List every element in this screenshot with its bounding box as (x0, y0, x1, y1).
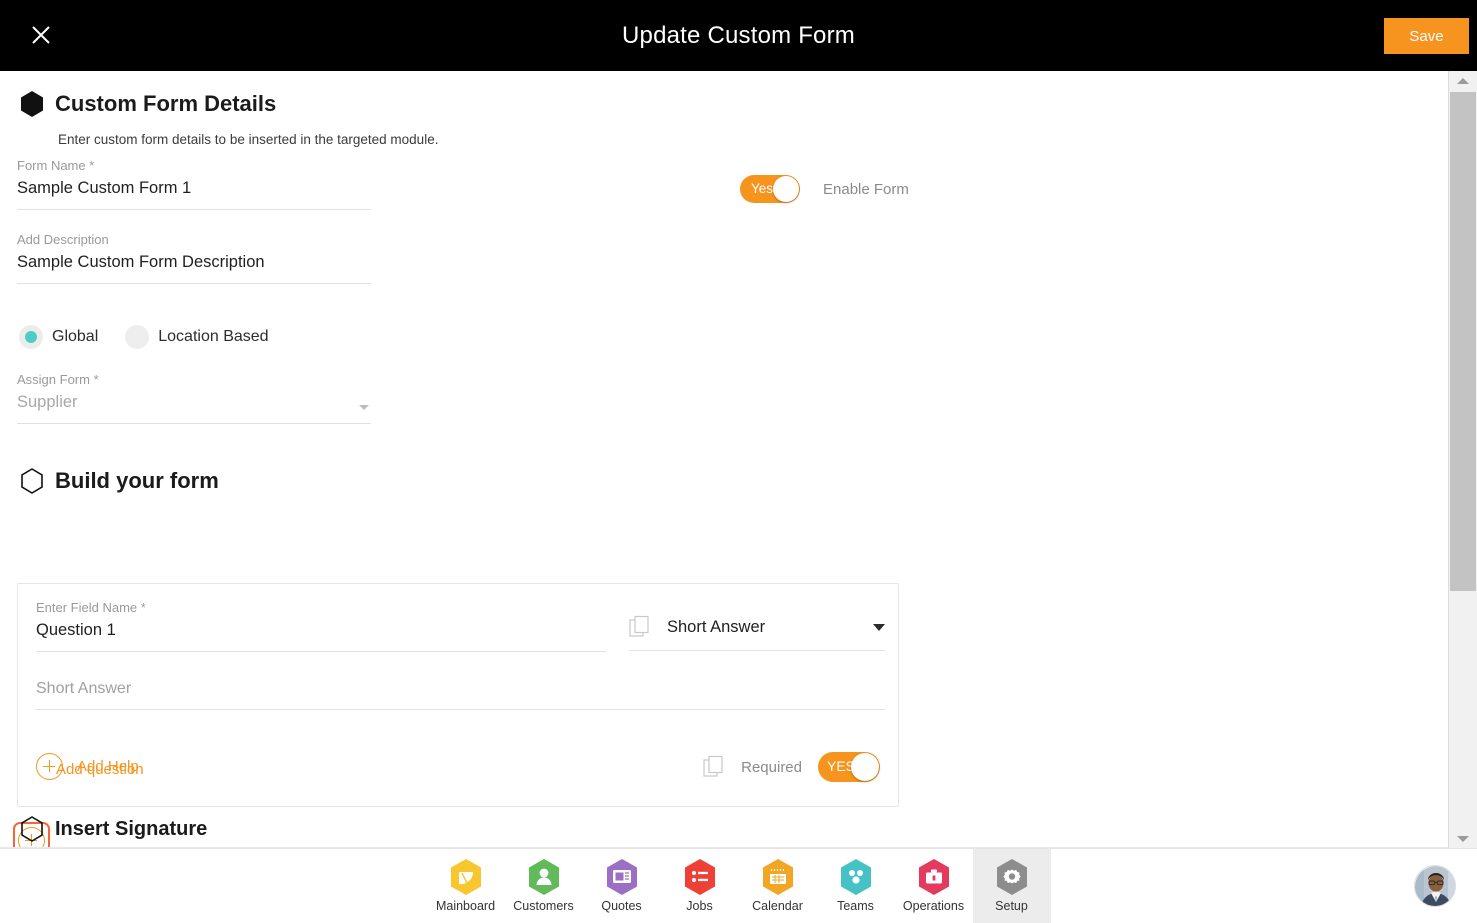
mainboard-icon (449, 858, 483, 896)
radio-location-based[interactable]: Location Based (125, 325, 268, 349)
radio-global[interactable]: Global (19, 325, 98, 349)
form-name-label: Form Name * (17, 157, 371, 174)
question-answer-input[interactable]: Short Answer (36, 680, 885, 710)
nav-item-customers[interactable]: Customers (505, 849, 583, 923)
jobs-icon (683, 858, 717, 896)
enable-form-toggle-knob (773, 176, 799, 202)
add-question-label: Add question (56, 761, 144, 778)
section-subtitle-details: Enter custom form details to be inserted… (58, 132, 438, 147)
question-field-name-value: Question 1 (36, 618, 606, 651)
required-row: Required YES (703, 752, 880, 782)
enable-form-row: Yes Enable Form (740, 175, 909, 203)
duplicate-icon[interactable] (629, 615, 651, 639)
assign-form-dropdown[interactable]: Assign Form * Supplier (17, 371, 371, 424)
nav-item-quotes[interactable]: Quotes (583, 849, 661, 923)
section-title-build: Build your form (55, 468, 219, 494)
hexagon-filled-icon (19, 90, 45, 118)
enable-form-caption: Enable Form (823, 181, 909, 198)
bottom-navigation: Mainboard Customers Quotes (0, 848, 1477, 922)
description-field[interactable]: Add Description Sample Custom Form Descr… (17, 231, 371, 284)
question-type-value: Short Answer (667, 618, 857, 637)
form-name-value: Sample Custom Form 1 (17, 176, 371, 200)
enable-form-toggle-label: Yes (751, 181, 773, 196)
app-header: Update Custom Form Save (0, 0, 1477, 71)
user-avatar-image (1415, 866, 1456, 907)
hexagon-outline-icon (19, 467, 45, 495)
question-answer-placeholder: Short Answer (36, 680, 131, 697)
enable-form-toggle[interactable]: Yes (740, 175, 800, 203)
insert-signature-header: Insert Signature (19, 815, 207, 843)
nav-item-setup[interactable]: Setup (973, 849, 1051, 923)
description-label: Add Description (17, 231, 371, 248)
nav-item-mainboard[interactable]: Mainboard (427, 849, 505, 923)
quotes-icon (605, 858, 639, 896)
question-field-name-label: Enter Field Name * (36, 599, 606, 616)
nav-item-jobs[interactable]: Jobs (661, 849, 739, 923)
question-card: Enter Field Name * Question 1 Short Answ… (17, 583, 899, 807)
question-field-name-input[interactable]: Enter Field Name * Question 1 (36, 599, 606, 652)
required-toggle-knob (851, 753, 879, 781)
setup-icon (995, 858, 1029, 896)
save-button[interactable]: Save (1384, 18, 1469, 54)
form-content-area: Custom Form Details Enter custom form de… (0, 71, 1448, 848)
nav-item-teams[interactable]: Teams (817, 849, 895, 923)
scrollbar-thumb[interactable] (1450, 92, 1476, 591)
scope-radio-group: Global Location Based (19, 325, 269, 349)
nav-label-jobs: Jobs (686, 899, 712, 913)
customers-icon (527, 858, 561, 896)
nav-label-teams: Teams (837, 899, 874, 913)
scroll-down-button[interactable] (1449, 829, 1477, 848)
calendar-icon (761, 858, 795, 896)
nav-label-calendar: Calendar (752, 899, 803, 913)
radio-global-dot (25, 331, 37, 343)
page-title: Update Custom Form (0, 0, 1477, 71)
custom-form-details-header: Custom Form Details (19, 90, 276, 118)
nav-item-operations[interactable]: Operations (895, 849, 973, 923)
teams-icon (839, 858, 873, 896)
nav-label-operations: Operations (903, 899, 964, 913)
description-value: Sample Custom Form Description (17, 250, 371, 274)
chevron-down-icon (873, 624, 885, 631)
required-toggle[interactable]: YES (818, 752, 880, 782)
close-icon[interactable] (24, 18, 58, 52)
avatar[interactable] (1414, 865, 1456, 907)
nav-label-quotes: Quotes (601, 899, 641, 913)
nav-item-list: Mainboard Customers Quotes (427, 849, 1051, 923)
scroll-up-button[interactable] (1449, 71, 1477, 90)
chevron-down-icon (359, 405, 369, 410)
radio-location-based-circle (125, 325, 149, 349)
operations-icon (917, 858, 951, 896)
assign-form-label: Assign Form * (17, 371, 371, 388)
duplicate-icon[interactable] (703, 755, 725, 779)
radio-global-circle (19, 325, 43, 349)
section-title-signature: Insert Signature (55, 818, 207, 841)
chevron-down-icon (1457, 836, 1469, 842)
required-label: Required (741, 759, 802, 776)
nav-label-customers: Customers (513, 899, 573, 913)
nav-item-calendar[interactable]: Calendar (739, 849, 817, 923)
chevron-up-icon (1457, 78, 1469, 84)
section-title-details: Custom Form Details (55, 91, 276, 117)
vertical-scrollbar[interactable] (1448, 71, 1477, 848)
radio-location-based-label: Location Based (158, 328, 268, 346)
assign-form-value: Supplier (17, 390, 371, 414)
nav-label-mainboard: Mainboard (436, 899, 495, 913)
radio-global-label: Global (52, 328, 98, 346)
build-your-form-header: Build your form (19, 467, 219, 495)
hexagon-outline-icon (19, 815, 45, 843)
nav-label-setup: Setup (995, 899, 1028, 913)
question-type-dropdown[interactable]: Short Answer (629, 615, 885, 651)
form-name-field[interactable]: Form Name * Sample Custom Form 1 (17, 157, 371, 210)
